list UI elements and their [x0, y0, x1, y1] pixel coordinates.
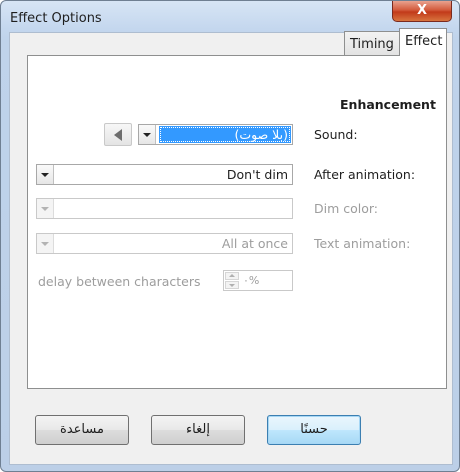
- delay-spinner[interactable]: ٠%: [223, 270, 293, 291]
- spin-down-icon[interactable]: [225, 281, 239, 289]
- ok-button[interactable]: حسنًا: [267, 415, 361, 445]
- enhancement-heading: Enhancement: [340, 97, 436, 112]
- delay-value: ٠%: [243, 274, 260, 287]
- delay-label: delay between characters: [38, 274, 201, 289]
- chevron-down-icon[interactable]: [37, 165, 54, 184]
- text-animation-select[interactable]: All at once: [36, 233, 293, 254]
- play-sound-button[interactable]: [104, 123, 132, 146]
- sound-value: (بلا صوت): [159, 126, 291, 143]
- window-title: Effect Options: [10, 11, 102, 26]
- text-animation-value: All at once: [221, 236, 288, 251]
- after-animation-value: Don't dim: [226, 167, 288, 182]
- chevron-down-icon[interactable]: [37, 234, 54, 253]
- chevron-down-icon[interactable]: [37, 199, 54, 218]
- dim-color-label: Dim color:: [314, 201, 379, 216]
- help-button[interactable]: مساعدة: [35, 415, 129, 445]
- cancel-button[interactable]: إلغاء: [151, 415, 245, 445]
- after-animation-select[interactable]: Don't dim: [36, 164, 293, 185]
- after-animation-label: After animation:: [314, 167, 416, 182]
- tab-timing[interactable]: Timing: [344, 31, 401, 55]
- dim-color-select[interactable]: [36, 198, 293, 219]
- spin-up-icon[interactable]: [225, 272, 239, 280]
- close-button[interactable]: X: [392, 1, 452, 22]
- sound-label: Sound:: [314, 127, 358, 142]
- sound-select[interactable]: (بلا صوت): [138, 124, 293, 145]
- play-icon: [114, 129, 122, 141]
- effect-options-dialog: Effect Options X Timing Effect Enhanceme…: [0, 0, 460, 472]
- tab-effect[interactable]: Effect: [399, 28, 447, 56]
- chevron-down-icon[interactable]: [139, 125, 156, 144]
- text-animation-label: Text animation:: [314, 236, 411, 251]
